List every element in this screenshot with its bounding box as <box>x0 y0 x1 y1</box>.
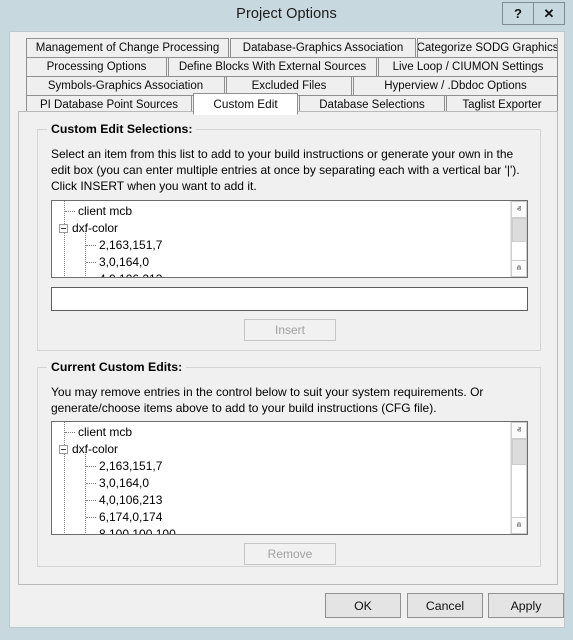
tree-current-items: client mcb dxf-color 2,163,151,7 3,0,164,0 4… <box>52 422 510 534</box>
current-custom-edits-legend: Current Custom Edits: <box>47 360 187 374</box>
custom-edit-selections-legend: Custom Edit Selections: <box>47 122 197 136</box>
scroll-down-icon[interactable]: ⱞ <box>511 260 527 277</box>
tree-node-label: 3,0,164,0 <box>99 255 150 269</box>
custom-edit-entry-input[interactable] <box>51 287 528 311</box>
tree-node[interactable]: 2,163,151,7 <box>52 458 510 475</box>
scroll-down-icon[interactable]: ⱞ <box>511 517 527 534</box>
scroll-up-glyph: ⱏ <box>516 425 522 435</box>
tree-node[interactable]: 4,0,106,213 <box>52 492 510 509</box>
custom-edit-selections-tree[interactable]: client mcb dxf-color 2,163,151,7 3,0,164,0 4… <box>51 200 528 278</box>
tree-node-label: client mcb <box>78 204 133 218</box>
scroll-track[interactable] <box>511 218 527 260</box>
tab-label: Symbols-Graphics Association <box>47 80 204 92</box>
scroll-thumb[interactable] <box>512 439 527 465</box>
tab-label: Management of Change Processing <box>35 42 220 54</box>
tab-label: Processing Options <box>46 61 147 73</box>
tab-custom-edit[interactable]: Custom Edit <box>193 93 298 115</box>
tree-node[interactable]: 4,0,106,213 <box>52 271 510 277</box>
tab-label: Excluded Files <box>251 80 327 92</box>
tree-node-label: 6,174,0,174 <box>99 510 163 524</box>
current-edits-instructions: You may remove entries in the control be… <box>51 385 484 415</box>
scroll-down-glyph: ⱞ <box>516 263 522 273</box>
tree-node[interactable]: 3,0,164,0 <box>52 475 510 492</box>
tree-node[interactable]: dxf-color <box>52 441 510 458</box>
tree-connector-line <box>86 517 96 518</box>
tree-node[interactable]: 2,163,151,7 <box>52 237 510 254</box>
apply-button[interactable]: Apply <box>488 593 564 618</box>
tree-node[interactable]: dxf-color <box>52 220 510 237</box>
tree-connector-line <box>86 500 96 501</box>
tree-node[interactable]: 6,174,0,174 <box>52 509 510 526</box>
tree-node-label: 2,163,151,7 <box>99 238 163 252</box>
title-bar: Project Options ? ✕ <box>0 0 573 31</box>
close-icon[interactable]: ✕ <box>533 2 565 25</box>
custom-edit-selections-group: Custom Edit Selections: Select an item f… <box>37 122 541 351</box>
scroll-thumb[interactable] <box>512 218 527 242</box>
tree-node[interactable]: 8,100,100,100 <box>52 526 510 534</box>
current-custom-edits-tree[interactable]: client mcb dxf-color 2,163,151,7 3,0,164,0 4… <box>51 421 528 535</box>
window-title: Project Options <box>236 6 337 22</box>
scroll-up-icon[interactable]: ⱏ <box>511 201 527 218</box>
tree-node-label: client mcb <box>78 425 133 439</box>
tab-label: Live Loop / CIUMON Settings <box>392 61 544 73</box>
tree-node-label: dxf-color <box>72 221 119 235</box>
scroll-up-glyph: ⱏ <box>516 204 522 214</box>
collapse-node-icon[interactable] <box>59 445 68 454</box>
tree-node-label: 8,100,100,100 <box>99 527 176 534</box>
tree-node-label: 2,163,151,7 <box>99 459 163 473</box>
tab-label: Custom Edit <box>213 97 278 111</box>
tree-node[interactable]: 3,0,164,0 <box>52 254 510 271</box>
tree-selections-items: client mcb dxf-color 2,163,151,7 3,0,164,0 4… <box>52 201 510 277</box>
options-tab-strip: Management of Change Processing Database-… <box>18 38 558 115</box>
insert-button[interactable]: Insert <box>244 319 336 341</box>
tree-node[interactable]: client mcb <box>52 424 510 441</box>
tree-connector-line <box>86 483 96 484</box>
tab-label: Categorize SODG Graphics <box>417 42 558 54</box>
cancel-button[interactable]: Cancel <box>407 593 483 618</box>
remove-button[interactable]: Remove <box>244 543 336 565</box>
help-button[interactable]: ? <box>502 2 534 25</box>
tab-label: Taglist Exporter <box>462 99 542 111</box>
tab-row-1: Processing Options Define Blocks With Ext… <box>18 57 558 77</box>
scroll-down-glyph: ⱞ <box>516 520 522 530</box>
tree-connector-line <box>65 432 75 433</box>
scroll-up-icon[interactable]: ⱏ <box>511 422 527 439</box>
tab-label: Database-Graphics Association <box>242 42 404 54</box>
tab-database-graphics-association[interactable]: Database-Graphics Association <box>230 38 416 58</box>
tree-node[interactable]: client mcb <box>52 203 510 220</box>
scroll-track[interactable] <box>511 439 527 517</box>
collapse-node-icon[interactable] <box>59 224 68 233</box>
tab-label: Hyperview / .Dbdoc Options <box>384 80 527 92</box>
tree-node-label: dxf-color <box>72 442 119 456</box>
tab-processing-options[interactable]: Processing Options <box>26 57 167 77</box>
tab-categorize-sodg-graphics[interactable]: Categorize SODG Graphics <box>417 38 558 58</box>
tree-connector-line <box>86 245 96 246</box>
tab-label: Define Blocks With External Sources <box>178 61 367 73</box>
tree-connector-line <box>86 262 96 263</box>
tree-connector-line <box>65 211 75 212</box>
tab-page-custom-edit: Custom Edit Selections: Select an item f… <box>18 111 558 585</box>
tree-selections-scrollbar[interactable]: ⱏ ⱞ <box>510 201 527 277</box>
tab-row-0: Management of Change Processing Database-… <box>18 38 558 58</box>
tab-hyperview-dbdoc-options[interactable]: Hyperview / .Dbdoc Options <box>353 76 558 96</box>
project-options-window: Project Options ? ✕ Management of Change… <box>0 0 573 640</box>
tab-live-loop-ciumon-settings[interactable]: Live Loop / CIUMON Settings <box>378 57 558 77</box>
ok-button[interactable]: OK <box>325 593 401 618</box>
dialog-client-area: Management of Change Processing Database-… <box>9 31 565 628</box>
tab-label: PI Database Point Sources <box>39 99 179 111</box>
tab-define-blocks-with-external-sources[interactable]: Define Blocks With External Sources <box>168 57 377 77</box>
tab-label: Database Selections <box>319 99 425 111</box>
title-bar-buttons: ? ✕ <box>502 2 565 25</box>
tree-current-scrollbar[interactable]: ⱏ ⱞ <box>510 422 527 534</box>
tree-node-label: 3,0,164,0 <box>99 476 150 490</box>
selections-instructions: Select an item from this list to add to … <box>51 147 520 193</box>
tree-connector-line <box>86 466 96 467</box>
tab-management-of-change-processing[interactable]: Management of Change Processing <box>26 38 229 58</box>
current-custom-edits-group: Current Custom Edits: You may remove ent… <box>37 360 541 567</box>
tree-node-label: 4,0,106,213 <box>99 271 162 277</box>
tree-node-label: 4,0,106,213 <box>99 493 163 507</box>
